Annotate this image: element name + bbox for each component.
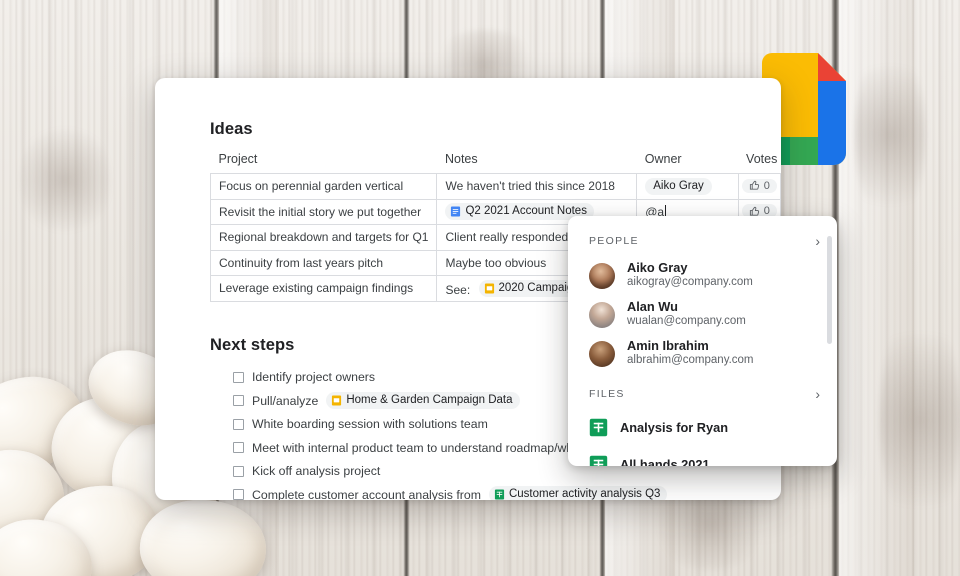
person-email: albrahim@company.com xyxy=(627,354,754,366)
thumbs-up-icon xyxy=(749,180,759,190)
mention-file-row[interactable]: All hands 2021 xyxy=(568,446,837,466)
avatar xyxy=(589,340,615,367)
column-header-notes: Notes xyxy=(444,152,478,166)
avatar xyxy=(589,262,615,289)
cell-project[interactable]: Leverage existing campaign findings xyxy=(209,275,438,302)
checkbox[interactable] xyxy=(233,465,244,477)
file-chip-sheets[interactable]: Customer activity analysis Q3 xyxy=(488,486,668,500)
mention-file-row[interactable]: Analysis for Ryan xyxy=(568,409,837,446)
checkbox[interactable] xyxy=(233,395,244,407)
chevron-right-icon[interactable]: › xyxy=(815,234,820,248)
files-group-label: FILES xyxy=(589,388,625,400)
file-chip-label: Customer activity analysis Q3 xyxy=(508,488,661,500)
people-group-label: PEOPLE xyxy=(589,235,639,247)
avatar xyxy=(589,301,615,328)
checkbox[interactable] xyxy=(233,489,244,500)
google-sheets-file-icon xyxy=(589,418,608,437)
google-docs-file-icon xyxy=(451,206,461,217)
cell-notes[interactable]: We haven't tried this since 2018 xyxy=(436,173,638,200)
file-name: All hands 2021 xyxy=(620,457,710,466)
column-header-owner: Owner xyxy=(644,152,682,166)
list-item[interactable]: Complete customer account analysis from … xyxy=(233,483,781,500)
cell-project[interactable]: Revisit the initial story we put togethe… xyxy=(209,198,438,225)
file-chip-slides[interactable]: Home & Garden Campaign Data xyxy=(326,392,520,410)
page-title-ideas: Ideas xyxy=(210,120,253,138)
file-name: Analysis for Ryan xyxy=(620,420,729,435)
column-header-votes: Votes xyxy=(746,152,778,166)
google-slides-file-icon xyxy=(332,395,342,406)
person-email: wualan@company.com xyxy=(627,315,746,327)
vote-button[interactable]: 0 xyxy=(741,178,777,193)
cell-notes-prefix: See: xyxy=(445,282,471,297)
table-header-row: Project Notes Owner Votes xyxy=(211,152,781,174)
files-group-header[interactable]: FILES › xyxy=(568,373,837,409)
list-item-label: Kick off analysis project xyxy=(252,464,381,479)
list-item-label: Pull/analyze xyxy=(252,393,319,408)
cell-owner[interactable]: Aiko Gray xyxy=(636,173,739,200)
person-name: Alan Wu xyxy=(627,299,678,314)
list-item-label: White boarding session with solutions te… xyxy=(252,417,488,432)
google-sheets-file-icon xyxy=(589,455,608,466)
panel-scrollbar[interactable] xyxy=(827,236,832,344)
cell-votes[interactable]: 0 xyxy=(737,173,781,200)
person-name: Amin Ibrahim xyxy=(627,338,709,353)
wood-weathering xyxy=(855,40,925,230)
vote-count: 0 xyxy=(763,179,770,192)
google-slides-file-icon xyxy=(484,283,494,294)
person-name: Aiko Gray xyxy=(627,260,688,275)
table-row[interactable]: Focus on perennial garden vertical We ha… xyxy=(209,173,781,200)
list-item-label: Complete customer account analysis from xyxy=(252,487,481,500)
mention-person-row[interactable]: Alan Wu wualan@company.com xyxy=(568,295,837,334)
owner-chip[interactable]: Aiko Gray xyxy=(645,177,712,195)
file-chip-label: Home & Garden Campaign Data xyxy=(346,394,513,407)
mention-suggestion-panel[interactable]: PEOPLE › Aiko Gray aikogray@company.com … xyxy=(568,216,837,466)
checkbox[interactable] xyxy=(233,371,244,383)
column-header-project: Project xyxy=(218,152,258,166)
wood-weathering xyxy=(20,120,110,240)
chevron-right-icon[interactable]: › xyxy=(815,387,820,401)
people-group-header[interactable]: PEOPLE › xyxy=(568,216,837,256)
cell-project[interactable]: Focus on perennial garden vertical xyxy=(209,173,438,200)
google-sheets-file-icon xyxy=(494,489,505,500)
thumbs-up-icon xyxy=(749,206,759,216)
checkbox[interactable] xyxy=(233,442,244,454)
person-email: aikogray@company.com xyxy=(627,276,753,288)
checkbox[interactable] xyxy=(233,418,244,430)
avatar xyxy=(210,370,225,385)
cell-project[interactable]: Continuity from last years pitch xyxy=(209,249,438,276)
file-chip-label: Q2 2021 Account Notes xyxy=(465,205,587,218)
mention-person-row[interactable]: Amin Ibrahim albrahim@company.com xyxy=(568,334,837,373)
mention-person-row[interactable]: Aiko Gray aikogray@company.com xyxy=(568,256,837,295)
cell-project[interactable]: Regional breakdown and targets for Q1 xyxy=(209,224,438,251)
wood-weathering xyxy=(880,300,960,540)
list-item-label: Identify project owners xyxy=(252,370,376,385)
